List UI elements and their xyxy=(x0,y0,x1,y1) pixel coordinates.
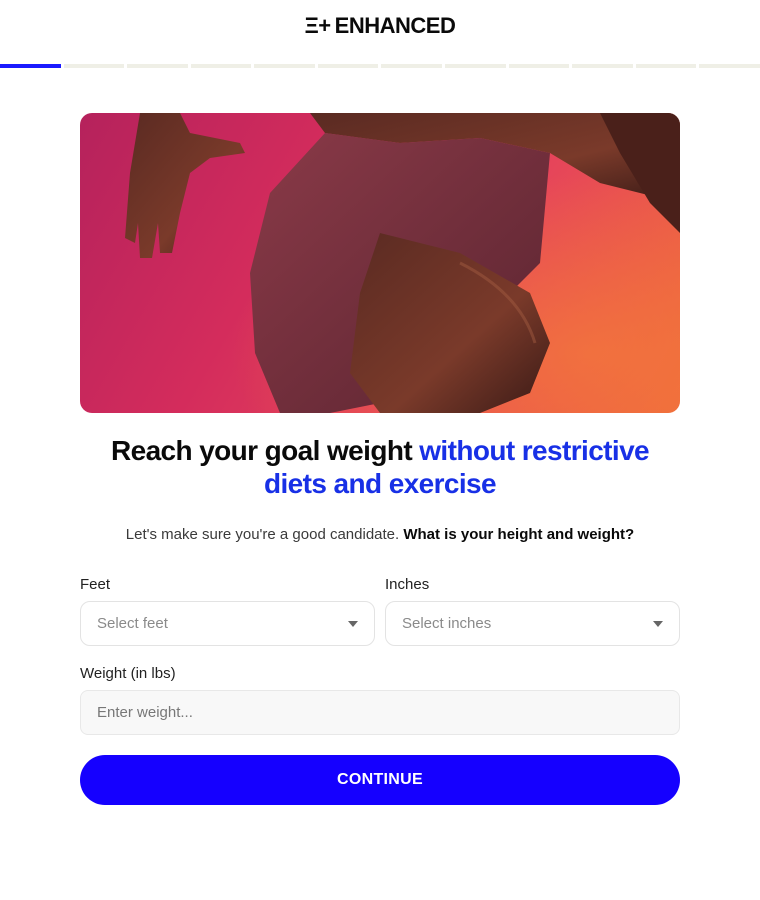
inches-select-placeholder: Select inches xyxy=(402,615,492,632)
progress-segment xyxy=(127,64,188,68)
progress-bar xyxy=(0,64,760,68)
athlete-illustration xyxy=(80,113,680,413)
progress-segment xyxy=(190,64,252,68)
progress-segment xyxy=(63,64,125,68)
progress-segment xyxy=(699,64,760,68)
progress-segment xyxy=(381,64,443,68)
hero-image xyxy=(80,113,680,413)
progress-segment xyxy=(317,64,379,68)
progress-segment xyxy=(508,64,570,68)
progress-segment xyxy=(572,64,633,68)
intro-text: Let's make sure you're a good candidate.… xyxy=(80,526,680,544)
page-title: Reach your goal weight without restricti… xyxy=(80,434,680,500)
brand-mark-icon: Ξ+ xyxy=(304,13,332,38)
header: Ξ+ ENHANCED xyxy=(0,0,760,52)
inches-label: Inches xyxy=(385,576,430,593)
progress-segment xyxy=(254,64,315,68)
intro-plain: Let's make sure you're a good candidate. xyxy=(125,526,404,543)
brand-name: ENHANCED xyxy=(334,13,456,38)
feet-select-placeholder: Select feet xyxy=(97,615,168,632)
progress-segment xyxy=(635,64,697,68)
progress-segment xyxy=(0,64,61,68)
chevron-down-icon xyxy=(653,621,663,627)
chevron-down-icon xyxy=(348,621,358,627)
inches-select[interactable]: Select inches xyxy=(385,601,680,646)
weight-input[interactable] xyxy=(80,690,680,735)
continue-button[interactable]: CONTINUE xyxy=(80,755,680,805)
headline-plain: Reach your goal weight xyxy=(110,435,420,466)
progress-segment xyxy=(445,64,506,68)
brand-logo[interactable]: Ξ+ ENHANCED xyxy=(0,14,760,38)
feet-label: Feet xyxy=(80,576,111,593)
weight-label: Weight (in lbs) xyxy=(80,665,176,682)
intro-question: What is your height and weight? xyxy=(403,526,635,543)
feet-select[interactable]: Select feet xyxy=(80,601,375,646)
